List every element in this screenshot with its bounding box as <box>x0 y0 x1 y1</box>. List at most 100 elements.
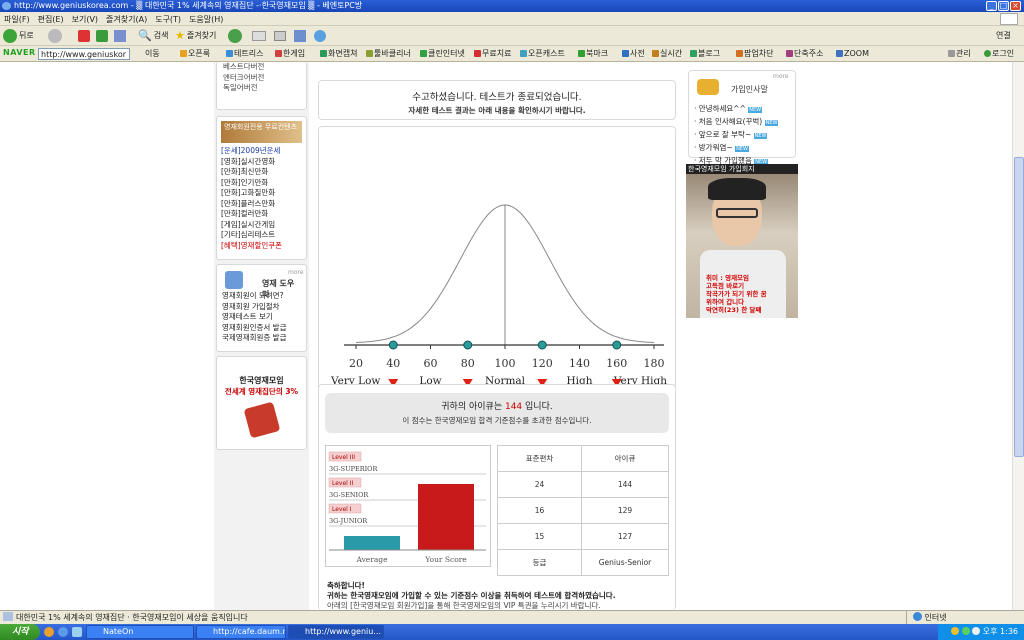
links-label[interactable]: 연결 <box>996 28 1011 44</box>
mail-icon <box>252 31 266 41</box>
ad-banner[interactable]: 한국영재모임 전세계 영재집단의 3% <box>216 356 307 450</box>
nav-go[interactable]: 이동 <box>145 48 160 60</box>
promo-item[interactable]: [영화]실시간영화 <box>221 157 302 168</box>
nav-zoom[interactable]: ZOOM <box>836 48 869 60</box>
nav-login[interactable]: 로그인 <box>984 48 1014 60</box>
nav-hangame[interactable]: 한게임 <box>275 48 305 60</box>
nav-dictionary[interactable]: 사전 <box>622 48 645 60</box>
help-item[interactable]: 영재테스트 보기 <box>222 312 301 323</box>
promo-item[interactable]: [운세]2009년운세 <box>221 146 302 157</box>
minimize-button[interactable]: _ <box>986 1 997 11</box>
nav-realtime[interactable]: 실시간 <box>652 48 682 60</box>
menu-edit[interactable]: 편집(E) <box>34 12 68 27</box>
stop-button[interactable] <box>78 28 90 44</box>
favorites-button[interactable]: ★ 즐겨찾기 <box>175 28 216 44</box>
openlook-icon <box>180 50 187 57</box>
back-button[interactable]: 뒤로 <box>3 28 34 44</box>
dictionary-icon <box>622 50 629 57</box>
nav-manage[interactable]: 관리 <box>948 48 971 60</box>
refresh-button[interactable] <box>96 28 108 44</box>
task-nateon[interactable]: NateOn <box>86 625 194 639</box>
taskbar: 시작 NateOn http://cafe.daum.net... http:/… <box>0 624 1024 640</box>
vertical-scrollbar[interactable] <box>1012 62 1024 610</box>
nav-opencast[interactable]: 오픈캐스트 <box>520 48 565 60</box>
greeting-item[interactable]: · 처음 인사해요(꾸벅) NEW <box>694 116 790 129</box>
window-titlebar[interactable]: http://www.geniuskorea.com - ▒ 대한민국 1% 세… <box>0 0 1024 12</box>
address-input[interactable]: http://www.geniuskor <box>38 48 130 60</box>
nav-short-url[interactable]: 단축주소 <box>786 48 823 60</box>
promo-banner[interactable]: 영재회원전용 무료컨텐츠 <box>221 121 302 143</box>
task-geniuskorea[interactable]: http://www.geniu... <box>288 625 384 639</box>
greeting-item[interactable]: · 방가워염~ NEW <box>694 142 790 155</box>
greeting-more-link[interactable]: more <box>773 73 789 80</box>
menu-help[interactable]: 도움말(H) <box>185 12 227 27</box>
nav-tetris[interactable]: 테트리스 <box>226 48 263 60</box>
print-button[interactable] <box>274 28 286 44</box>
forward-button[interactable] <box>48 28 62 44</box>
version-link[interactable]: 독일어버전 <box>223 83 300 94</box>
maximize-button[interactable]: □ <box>998 1 1009 11</box>
tray-icon[interactable] <box>961 627 970 635</box>
menu-file[interactable]: 파일(F) <box>0 12 34 27</box>
help-box: 영재 도우미 more 영재회원이 되려면? 영재회원 가입절차 영재테스트 보… <box>216 264 307 352</box>
new-badge: NEW <box>753 133 768 139</box>
promo-item[interactable]: [기타]심리테스트 <box>221 230 302 241</box>
history-button[interactable] <box>228 28 242 44</box>
nav-capture[interactable]: 화면캡쳐 <box>320 48 357 60</box>
result-table-wrap: 표준편차 아이큐 24 144 16 129 15 127 등급 Genius-Senio… <box>497 445 669 576</box>
nav-blog[interactable]: 블로그 <box>690 48 720 60</box>
photo-text-line: 위하여 갑니다 <box>706 298 745 306</box>
help-more-link[interactable]: more <box>288 269 304 276</box>
nav-popup-block[interactable]: 팝업차단 <box>736 48 773 60</box>
nav-bookmark[interactable]: 북마크 <box>578 48 608 60</box>
messenger-button[interactable] <box>314 28 326 44</box>
nav-toolbar-cleaner[interactable]: 툴바클리너 <box>366 48 411 60</box>
naver-logo[interactable]: NAVER <box>3 48 36 57</box>
clock[interactable]: 오후 1:36 <box>983 627 1018 636</box>
forward-arrow-icon <box>48 29 62 43</box>
edit-button[interactable] <box>294 28 306 44</box>
scrollbar-thumb[interactable] <box>1014 157 1024 457</box>
level-name: 3G-SENIOR <box>329 491 369 499</box>
menu-view[interactable]: 보기(V) <box>68 12 102 27</box>
close-button[interactable]: × <box>1010 1 1021 11</box>
level-name: 3G-SUPERIOR <box>329 465 378 473</box>
quicklaunch-ie-icon[interactable] <box>44 627 54 637</box>
promo-item[interactable]: [만화]최신만화 <box>221 167 302 178</box>
glasses-shape <box>716 208 758 218</box>
greeting-item[interactable]: · 앞으로 잘 부탁~ NEW <box>694 129 790 142</box>
version-link[interactable]: 베스트다버전 <box>223 62 300 73</box>
quicklaunch-folder-icon[interactable] <box>72 627 82 637</box>
tray-icon[interactable] <box>972 627 981 635</box>
congrats-title: 축하합니다! <box>327 581 365 590</box>
tick-label-top: 80 <box>461 357 475 370</box>
menu-favorites[interactable]: 즐겨찾기(A) <box>102 12 151 27</box>
promo-item[interactable]: [만화]고화질만화 <box>221 188 302 199</box>
quicklaunch-browser-icon[interactable] <box>58 627 68 637</box>
start-button[interactable]: 시작 <box>0 624 40 640</box>
nav-free-treat[interactable]: 무료치료 <box>474 48 511 60</box>
promo-item[interactable]: [만화]인기만화 <box>221 178 302 189</box>
average-bar <box>344 536 400 550</box>
search-icon: 🔍 <box>138 29 152 42</box>
member-photo[interactable]: 한국영재모임 가입회지 취미 : 영재모임 고득점 바로기 작곡가가 되기 위한… <box>686 164 798 318</box>
help-item[interactable]: 영재회원인증서 발급 <box>222 323 301 334</box>
promo-item[interactable]: [게임]실시간게임 <box>221 220 302 231</box>
menu-tools[interactable]: 도구(T) <box>151 12 185 27</box>
help-item[interactable]: 국제영재회원증 발급 <box>222 333 301 344</box>
mail-button[interactable] <box>252 28 266 44</box>
plus-icon <box>474 50 481 57</box>
help-item[interactable]: 영재회원 가입절차 <box>222 302 301 313</box>
nav-clean-internet[interactable]: 클린인터넷 <box>420 48 465 60</box>
promo-item[interactable]: [혜택]영재할인쿠폰 <box>221 241 302 252</box>
tray-icon[interactable] <box>951 627 960 635</box>
search-button[interactable]: 🔍 검색 <box>138 28 168 44</box>
task-daum-cafe[interactable]: http://cafe.daum.net... <box>196 625 286 639</box>
promo-item[interactable]: [만화]플러스만화 <box>221 199 302 210</box>
nav-openlook[interactable]: 오픈룩 <box>180 48 210 60</box>
promo-item[interactable]: [만화]컬러만화 <box>221 209 302 220</box>
version-link[interactable]: 엔터크어버전 <box>223 73 300 84</box>
greeting-item[interactable]: · 안녕하세요^^ NEW <box>694 103 790 116</box>
ad-subtitle: 전세계 영재집단의 3% <box>224 387 299 396</box>
home-button[interactable] <box>114 28 126 44</box>
